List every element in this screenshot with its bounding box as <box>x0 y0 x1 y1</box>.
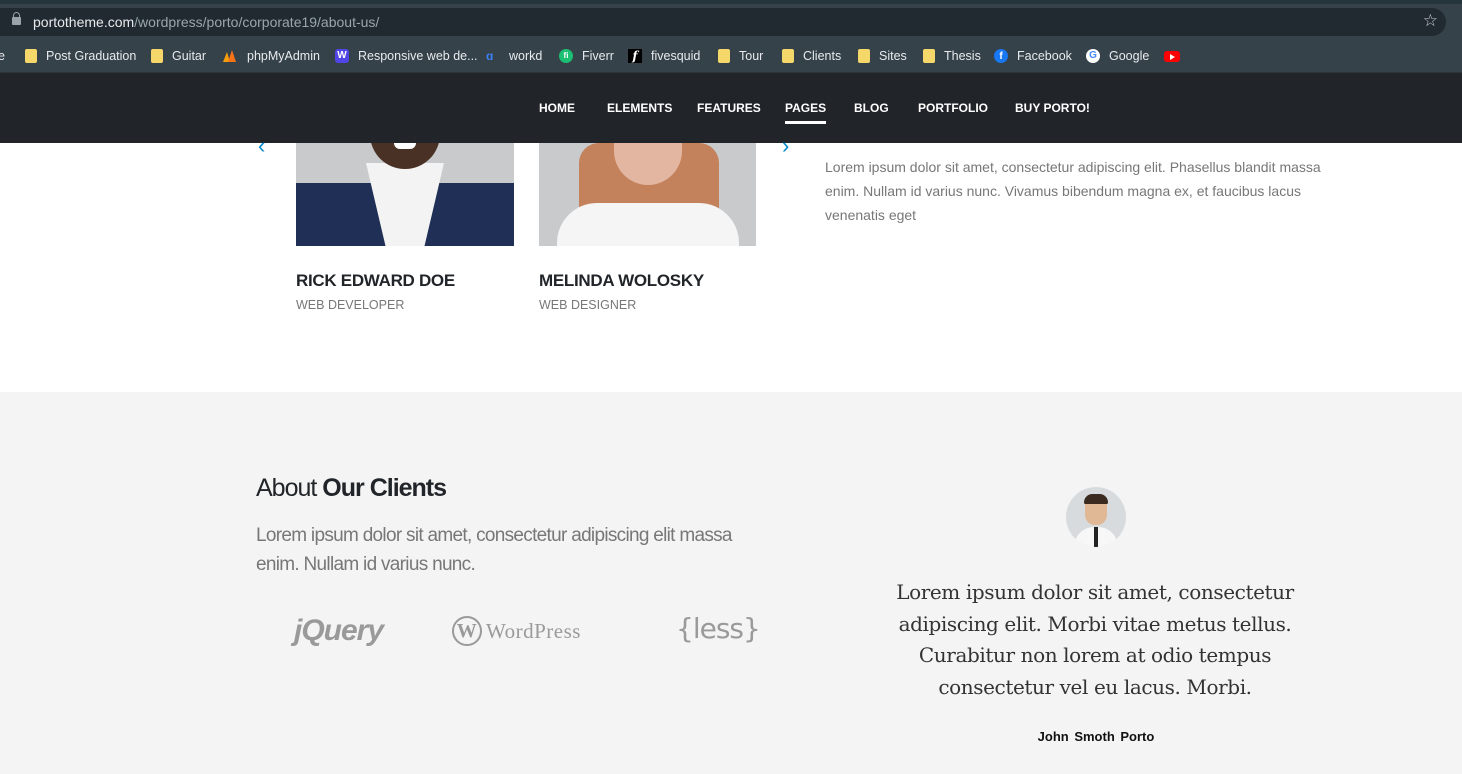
bookmark-phpmyadmin[interactable]: phpMyAdmin <box>222 46 320 66</box>
bookmark-post-graduation[interactable]: Post Graduation <box>25 46 136 66</box>
team-photo-rick <box>296 143 514 246</box>
google-icon: G <box>1086 49 1100 63</box>
folder-icon <box>151 49 163 63</box>
tab-strip-edge <box>0 0 1462 4</box>
bookmark-fivesquid[interactable]: f fivesquid <box>628 46 700 66</box>
bookmark-tour[interactable]: Tour <box>718 46 763 66</box>
phpmyadmin-icon <box>222 49 238 63</box>
carousel-next-arrow-icon[interactable]: › <box>782 133 789 159</box>
carousel-prev-arrow-icon[interactable]: ‹ <box>258 133 265 159</box>
nav-features[interactable]: FEATURES <box>697 101 761 115</box>
w-icon: W <box>335 49 349 63</box>
bookmark-star-icon[interactable]: ☆ <box>1423 11 1438 31</box>
nav-home[interactable]: HOME <box>539 101 575 115</box>
team-description: Lorem ipsum dolor sit amet, consectetur … <box>825 159 1321 223</box>
bookmark-sites[interactable]: Sites <box>858 46 907 66</box>
member-role: WEB DESIGNER <box>539 298 637 312</box>
folder-icon <box>718 49 730 63</box>
testimonial-quote: Lorem ipsum dolor sit amet, consectetur … <box>896 580 1294 699</box>
member-role: WEB DEVELOPER <box>296 298 405 312</box>
address-bar[interactable]: portotheme.com/wordpress/porto/corporate… <box>0 8 1446 36</box>
member-name: MELINDA WOLOSKY <box>539 271 704 290</box>
bookmark-facebook[interactable]: f Facebook <box>994 46 1072 66</box>
team-photo-melinda <box>539 143 756 246</box>
less-logo: {less} <box>676 612 761 645</box>
bookmark-workd[interactable]: ɑ workd <box>486 46 542 66</box>
member-name: RICK EDWARD DOE <box>296 271 455 290</box>
site-navigation: HOME ELEMENTS FEATURES PAGES BLOG PORTFO… <box>0 73 1462 143</box>
url-text[interactable]: portotheme.com/wordpress/porto/corporate… <box>33 14 379 30</box>
folder-icon <box>923 49 935 63</box>
bookmark-youtube[interactable] <box>1164 46 1189 66</box>
clients-description: Lorem ipsum dolor sit amet, consectetur … <box>256 525 733 575</box>
nav-buy-porto[interactable]: BUY PORTO! <box>1015 101 1090 115</box>
bookmark-thesis[interactable]: Thesis <box>923 46 981 66</box>
bookmark-guitar[interactable]: Guitar <box>151 46 206 66</box>
bookmarks-bar: e Post Graduation Guitar phpMyAdmin W Res… <box>0 40 1462 73</box>
nav-pages[interactable]: PAGES <box>785 101 827 124</box>
bookmark-responsive-web[interactable]: W Responsive web de... <box>335 46 478 66</box>
testimonial-author: John Smoth Porto <box>1037 729 1155 744</box>
clients-heading: About Our Clients <box>256 474 447 502</box>
youtube-icon <box>1164 50 1180 62</box>
workd-icon: ɑ <box>486 49 494 63</box>
nav-blog[interactable]: BLOG <box>854 101 889 115</box>
bookmark-e[interactable]: e <box>0 46 5 66</box>
nav-elements[interactable]: ELEMENTS <box>607 101 672 115</box>
folder-icon <box>782 49 794 63</box>
fivesquid-icon: f <box>628 49 642 63</box>
wordpress-logo-text: WordPress <box>486 618 581 643</box>
wordpress-logo: W WordPress <box>452 616 581 646</box>
facebook-icon: f <box>994 49 1008 63</box>
jquery-logo: jQuery <box>294 614 384 647</box>
folder-icon <box>25 49 37 63</box>
bookmark-fiverr[interactable]: fi Fiverr <box>559 46 614 66</box>
fiverr-icon: fi <box>559 49 573 63</box>
bookmark-clients[interactable]: Clients <box>782 46 841 66</box>
folder-icon <box>858 49 870 63</box>
browser-toolbar: portotheme.com/wordpress/porto/corporate… <box>0 0 1462 40</box>
team-section: ‹ › RICK EDWARD DOE WEB DEVELOPER MELIND… <box>0 133 1462 392</box>
clients-section: About Our Clients Lorem ipsum dolor sit … <box>0 392 1462 774</box>
nav-portfolio[interactable]: PORTFOLIO <box>918 101 988 115</box>
avatar <box>1066 487 1126 547</box>
lock-icon[interactable] <box>12 12 21 25</box>
wordpress-icon: W <box>452 616 482 646</box>
bookmark-google[interactable]: G Google <box>1086 46 1149 66</box>
